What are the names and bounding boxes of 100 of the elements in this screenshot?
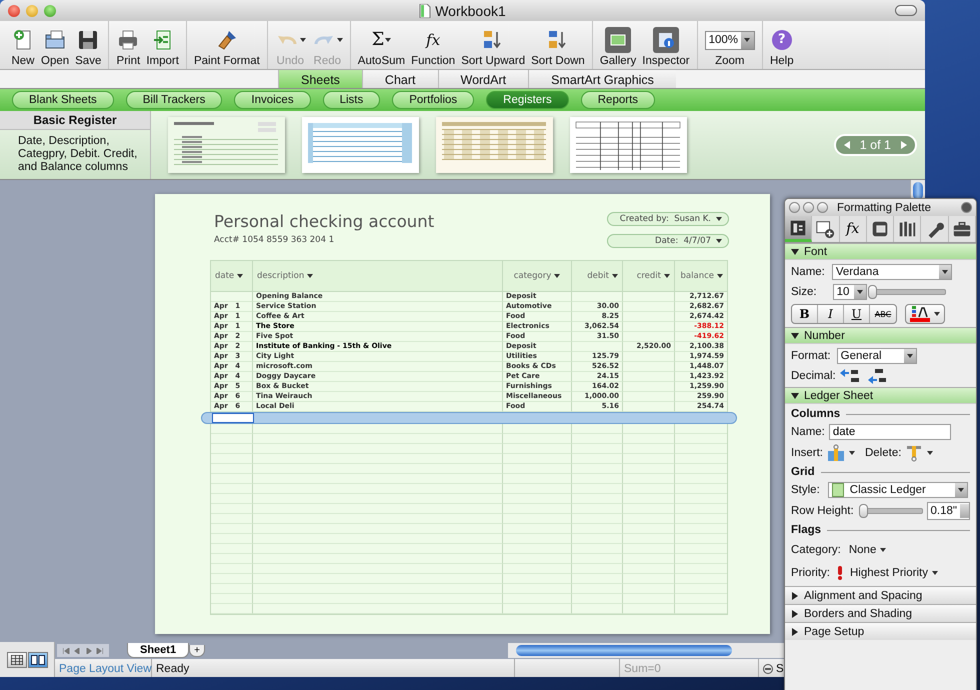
ribbon-tab[interactable]: WordArt <box>438 70 528 88</box>
page-layout-view-button[interactable] <box>28 652 48 668</box>
zoom-button[interactable] <box>817 202 828 213</box>
category-tab[interactable]: Bill Trackers <box>126 91 222 109</box>
delete-column-icon[interactable] <box>905 444 924 462</box>
table-cell <box>572 514 623 524</box>
save-button[interactable]: Save <box>72 24 104 67</box>
section-header[interactable]: Borders and Shading <box>785 604 976 622</box>
text-tool-tab[interactable] <box>785 216 812 242</box>
category-tab[interactable]: Blank Sheets <box>12 91 114 109</box>
zoom-field[interactable]: 100% <box>704 30 755 50</box>
new-button[interactable]: New <box>8 24 38 67</box>
underline-button[interactable]: U <box>844 305 870 323</box>
close-button[interactable] <box>789 202 800 213</box>
table-cell <box>623 362 675 372</box>
section-header[interactable]: Alignment and Spacing <box>785 586 976 604</box>
column-header[interactable]: date <box>211 261 253 291</box>
caret-icon <box>848 451 855 455</box>
gallery-button[interactable]: Gallery <box>596 24 640 67</box>
table-cell <box>572 434 623 444</box>
strike-button[interactable]: ABC <box>870 305 896 323</box>
zoom-button[interactable] <box>44 4 56 16</box>
formula-tool-tab[interactable]: fx <box>840 216 867 242</box>
table-cell <box>503 464 572 474</box>
font-name-field[interactable]: Verdana <box>832 264 952 280</box>
row-selection[interactable] <box>201 412 737 424</box>
sheet-navigation[interactable] <box>57 644 109 657</box>
template-thumbnail[interactable] <box>302 117 419 173</box>
help-button[interactable]: ? Help <box>766 24 797 67</box>
table-cell <box>572 494 623 504</box>
column-header[interactable]: credit <box>623 261 675 291</box>
font-color-icon <box>910 306 930 322</box>
grid-style-field[interactable]: Classic Ledger <box>828 482 968 498</box>
template-thumbnail[interactable] <box>168 117 285 173</box>
column-name-field[interactable]: date <box>828 424 951 440</box>
print-button[interactable]: Print <box>113 24 144 67</box>
sheet-tab[interactable]: Sheet1 <box>127 643 190 658</box>
add-sheet-button[interactable]: + <box>189 644 205 656</box>
column-header[interactable]: category <box>503 261 572 291</box>
scrapbook-icon <box>870 219 890 239</box>
scroll-thumb[interactable] <box>516 645 732 656</box>
table-cell <box>623 564 675 574</box>
table-cell <box>572 504 623 514</box>
active-cell[interactable] <box>212 413 254 423</box>
close-button[interactable] <box>8 4 20 16</box>
section-header[interactable]: Number <box>785 327 976 343</box>
palette-options-button[interactable] <box>961 202 972 213</box>
row-height-field[interactable]: 0.18" <box>926 502 970 520</box>
increase-decimal-icon[interactable] <box>840 368 860 384</box>
previous-button[interactable] <box>844 141 850 149</box>
function-button[interactable]: fx Function <box>408 24 458 67</box>
number-format-field[interactable]: General <box>836 348 917 364</box>
ribbon-tab[interactable]: Chart <box>362 70 438 88</box>
decrease-decimal-icon[interactable] <box>868 368 888 384</box>
normal-view-button[interactable] <box>6 652 26 668</box>
table-cell <box>572 544 623 554</box>
table-cell <box>623 534 675 544</box>
category-tab[interactable]: Lists <box>322 91 380 109</box>
column-header[interactable]: description <box>253 261 503 291</box>
date-menu[interactable]: Date: 4/7/07 <box>607 234 729 248</box>
bold-button[interactable]: B <box>792 305 818 323</box>
table-cell <box>623 382 675 392</box>
table-cell <box>623 434 675 444</box>
insert-column-icon[interactable] <box>826 444 845 462</box>
account-number: Acct# 1054 8559 363 204 1 <box>214 235 336 245</box>
italic-button[interactable]: I <box>818 305 844 323</box>
font-color-button[interactable] <box>905 304 945 324</box>
category-tab[interactable]: Portfolios <box>392 91 474 109</box>
sort-up-button[interactable]: Sort Upward <box>458 24 528 67</box>
paint-button[interactable]: Paint Format <box>190 24 263 67</box>
template-thumbnail[interactable] <box>436 117 553 173</box>
inspector-button[interactable]: Inspector <box>639 24 693 67</box>
template-thumbnail[interactable] <box>570 117 687 173</box>
next-button[interactable] <box>901 141 907 149</box>
section-header[interactable]: Page Setup <box>785 622 976 640</box>
category-tab[interactable]: Reports <box>580 91 656 109</box>
section-header[interactable]: Font <box>785 243 976 259</box>
table-cell <box>623 352 675 362</box>
toolbar-toggle-button[interactable] <box>895 5 917 16</box>
column-header[interactable]: debit <box>572 261 623 291</box>
sum-button[interactable]: Σ AutoSum <box>354 24 408 67</box>
import-button[interactable]: Import <box>143 24 182 67</box>
caret-icon <box>856 290 863 294</box>
priority-menu[interactable]: Highest Priority <box>850 567 928 579</box>
table-cell <box>572 594 623 604</box>
author-menu[interactable]: Created by: Susan K. <box>607 212 729 226</box>
zoom-button[interactable]: 100% Zoom <box>702 24 758 67</box>
section-header[interactable]: Ledger Sheet <box>785 387 976 403</box>
vertical-scrollbar[interactable] <box>910 180 925 200</box>
ribbon-tab[interactable]: SmartArt Graphics <box>528 70 676 88</box>
font-size-field[interactable]: 10 <box>832 284 867 300</box>
category-tab[interactable]: Registers <box>486 91 569 109</box>
ribbon-tab[interactable]: Sheets <box>278 70 362 88</box>
category-menu[interactable]: None <box>848 544 876 556</box>
open-button[interactable]: Open <box>38 24 72 67</box>
column-header[interactable]: balance <box>675 261 727 291</box>
horizontal-scrollbar[interactable] <box>508 643 784 658</box>
category-tab[interactable]: Invoices <box>234 91 311 109</box>
minimize-button[interactable] <box>803 202 814 213</box>
sort-down-button[interactable]: Sort Down <box>528 24 588 67</box>
